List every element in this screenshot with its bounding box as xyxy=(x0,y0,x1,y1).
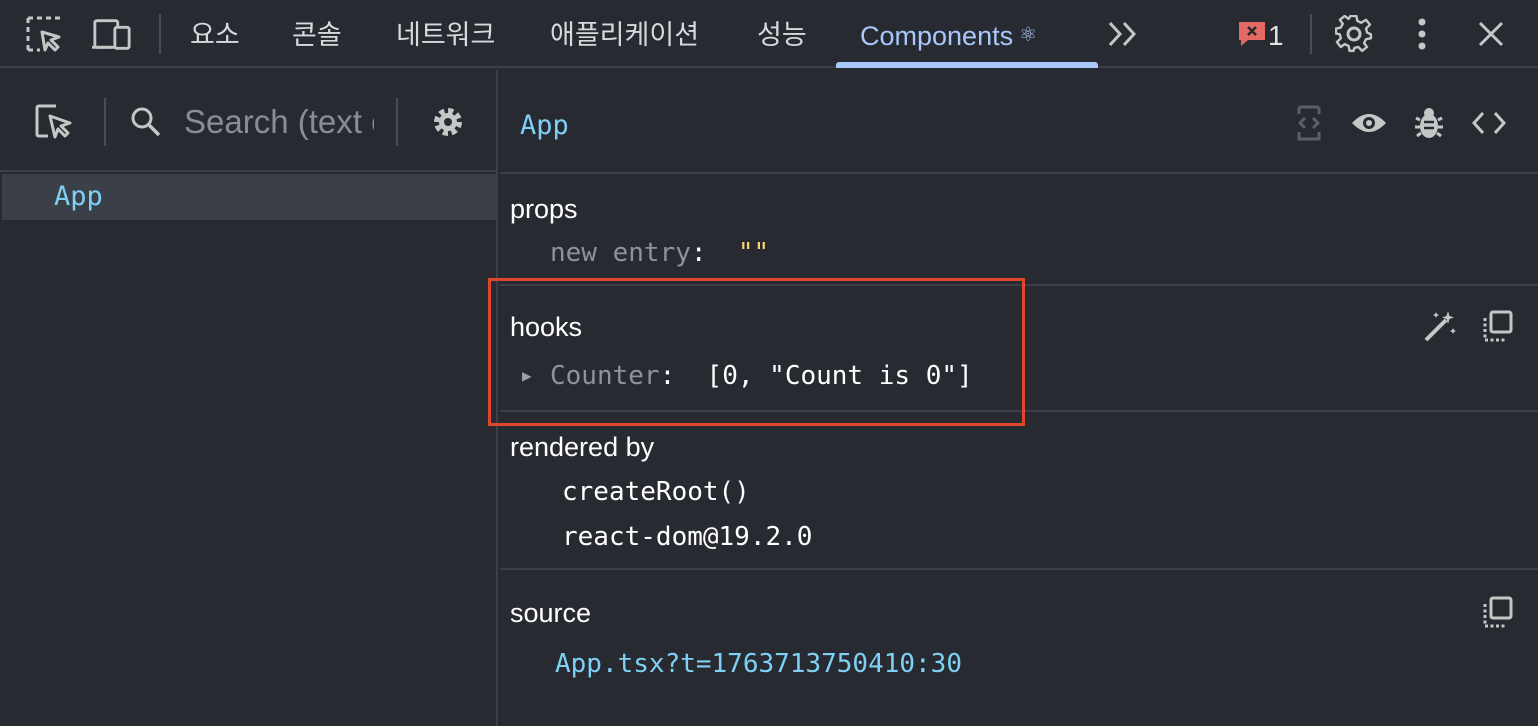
magic-wand-parse-hook-names-icon[interactable] xyxy=(1420,306,1460,346)
close-icon[interactable] xyxy=(1471,14,1511,54)
rendered-by-item: createRoot() xyxy=(562,477,750,507)
device-toolbar-icon[interactable] xyxy=(92,14,132,54)
selected-component-name: App xyxy=(520,110,569,141)
tree-row-label: App xyxy=(54,181,103,212)
active-tab-indicator xyxy=(836,62,1098,68)
tab-console[interactable]: 콘솔 xyxy=(292,16,342,54)
tab-performance[interactable]: 성능 xyxy=(757,16,807,54)
copy-hooks-icon[interactable] xyxy=(1478,306,1518,346)
devtools-tab-bar: 요소 콘솔 네트워크 애플리케이션 성능 Components ⚛ 1 xyxy=(0,0,1538,68)
copy-source-icon[interactable] xyxy=(1478,592,1518,632)
settings-gear-icon[interactable] xyxy=(1334,14,1374,54)
suspend-toggle-icon[interactable] xyxy=(1290,104,1328,142)
source-title: source xyxy=(510,598,592,628)
new-entry-key: new entry xyxy=(550,238,691,268)
hook-row-counter[interactable]: ▶ Counter: [0, "Count is 0"] xyxy=(522,359,973,393)
react-logo-icon: ⚛ xyxy=(1019,24,1038,46)
hook-value: [0, "Count is 0"] xyxy=(706,361,973,391)
view-source-code-icon[interactable] xyxy=(1470,104,1508,142)
log-to-console-bug-icon[interactable] xyxy=(1410,104,1448,142)
props-section-title: props xyxy=(510,194,578,224)
tab-components-label: Components xyxy=(860,21,1014,51)
more-tabs-chevron-icon[interactable] xyxy=(1103,14,1143,54)
inspector-header: App xyxy=(500,70,1538,174)
tree-row-app[interactable]: App xyxy=(2,174,498,220)
props-section: props new entry: "" xyxy=(500,174,1538,286)
issues-icon[interactable] xyxy=(1232,14,1272,54)
issues-count[interactable]: 1 xyxy=(1268,16,1284,56)
select-component-icon[interactable] xyxy=(34,102,74,142)
tab-elements[interactable]: 요소 xyxy=(190,16,240,54)
new-entry-row[interactable]: new entry: "" xyxy=(550,236,769,270)
tree-toolbar-divider xyxy=(396,98,398,146)
hooks-section-title: hooks xyxy=(510,312,583,342)
toolbar-divider xyxy=(1310,14,1312,54)
tab-components[interactable]: Components ⚛ xyxy=(860,16,1037,54)
expand-triangle-icon[interactable]: ▶ xyxy=(522,359,550,393)
new-entry-colon: : xyxy=(690,238,707,268)
component-tree-pane: App xyxy=(0,70,498,726)
new-entry-value[interactable]: "" xyxy=(738,238,769,268)
inspect-dom-eye-icon[interactable] xyxy=(1350,104,1388,142)
search-input[interactable] xyxy=(184,100,374,144)
toolbar-divider xyxy=(159,14,161,54)
source-section: source App.tsx?t=1763713750410:30 xyxy=(500,570,1538,726)
rendered-by-title: rendered by xyxy=(510,432,655,462)
more-vert-icon[interactable] xyxy=(1402,14,1442,54)
hooks-section: hooks ▶ Counter: [0, "Count is 0"] xyxy=(500,286,1538,412)
hook-name: Counter xyxy=(550,361,660,391)
source-location-link[interactable]: App.tsx?t=1763713750410:30 xyxy=(555,647,962,681)
tab-network[interactable]: 네트워크 xyxy=(396,16,495,54)
tree-toolbar xyxy=(0,70,498,172)
search-icon xyxy=(126,102,166,142)
tree-toolbar-divider xyxy=(104,98,106,146)
inspect-element-icon[interactable] xyxy=(24,14,64,54)
settings-gear-icon[interactable] xyxy=(428,102,468,142)
rendered-by-section: rendered by createRoot() react-dom@19.2.… xyxy=(500,412,1538,570)
tab-application[interactable]: 애플리케이션 xyxy=(550,16,699,54)
rendered-by-item: react-dom@19.2.0 xyxy=(562,522,813,552)
hook-colon: : xyxy=(659,361,676,391)
component-inspector-pane: App props new entry: "" hooks ▶ Counter:… xyxy=(500,70,1538,726)
